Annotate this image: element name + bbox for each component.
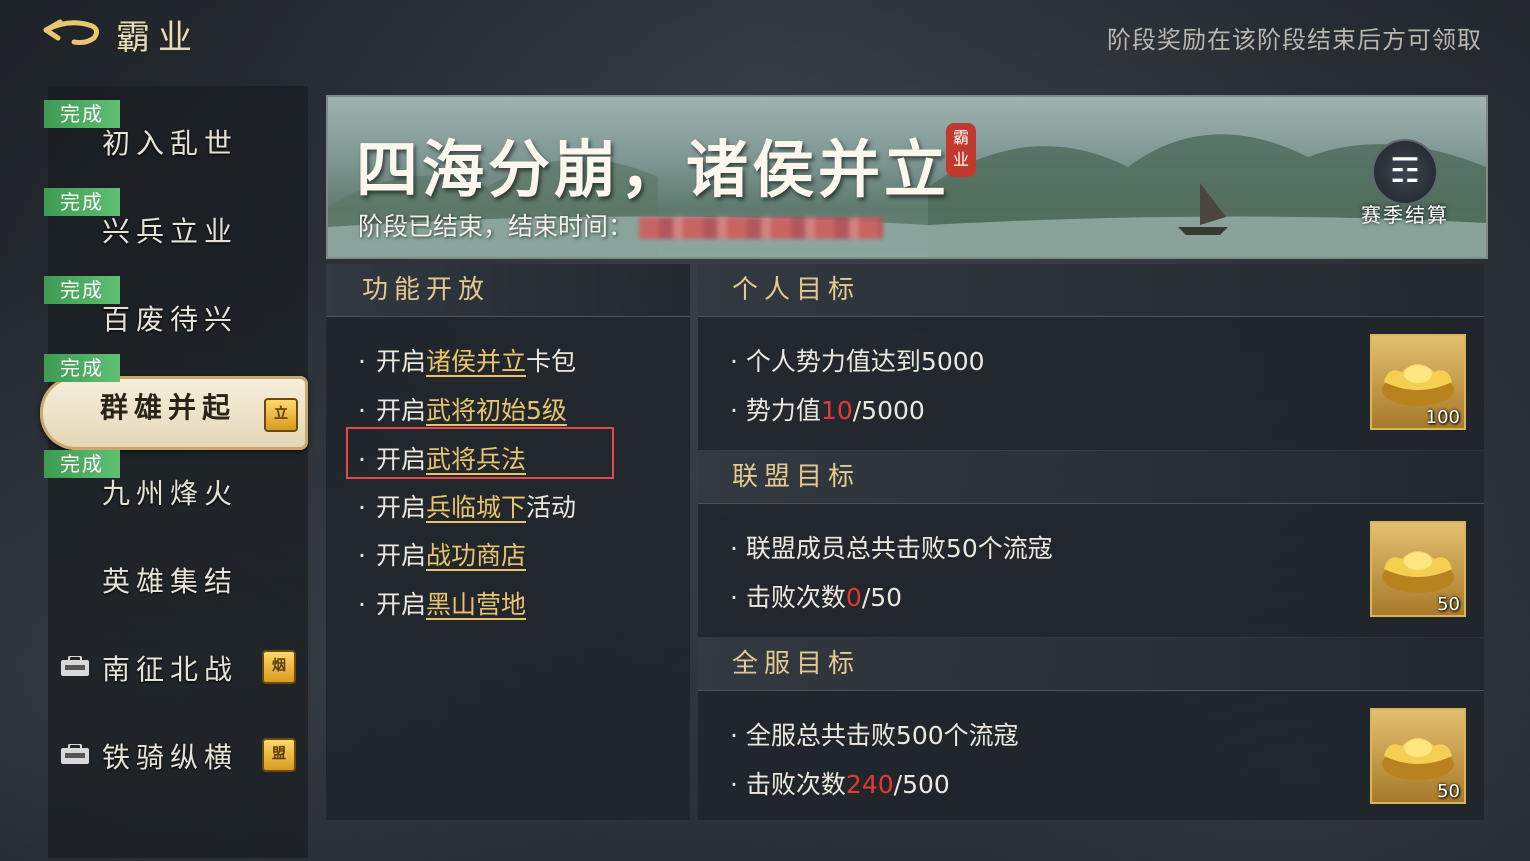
stage-sidebar: 完成 初入乱世 完成 兴兵立业 完成 百废待兴 完成 群雄并起 立 完成 九州烽… (40, 86, 308, 858)
stage-label: 兴兵立业 (102, 215, 239, 248)
progress-label: 势力值 (745, 396, 821, 425)
progress-target: /5000 (852, 396, 925, 425)
stage-label: 南征北战 (102, 653, 239, 686)
feature-item: · 开启黑山营地 (358, 590, 526, 619)
stage-item-2[interactable]: 完成 兴兵立业 (44, 182, 308, 262)
alliance-goal-heading: 联盟目标 (732, 462, 861, 492)
progress-target: /500 (893, 770, 950, 799)
feature-link[interactable]: 兵临城下 (426, 493, 526, 522)
feature-link[interactable]: 战功商店 (426, 541, 526, 570)
personal-goal-heading: 个人目标 (732, 275, 861, 305)
goal-description: · 个人势力值达到5000 (730, 347, 985, 376)
feature-suffix: 卡包 (525, 347, 576, 376)
personal-goal-panel: 个人目标 · 个人势力值达到5000 · 势力值10/5000 100 (698, 264, 1484, 450)
banner-seal: 霸业 (946, 123, 976, 177)
stage-label: 英雄集结 (102, 565, 239, 598)
stage-reward-notice: 阶段奖励在该阶段结束后方可领取 (1107, 26, 1482, 54)
stage-banner: 四海分崩，诸侯并立 霸业 阶段已结束，结束时间： ☶ 赛季结算 (326, 95, 1488, 259)
gold-ingot-icon (1382, 738, 1454, 780)
stage-label: 铁骑纵横 (102, 741, 239, 774)
goal-text: 联盟成员总共击败50个流寇 (745, 534, 1053, 563)
redacted-time (639, 217, 884, 239)
personal-goal-header: 个人目标 (698, 264, 1484, 317)
stage-label: 初入乱世 (102, 127, 239, 160)
stage-label: 群雄并起 (100, 391, 237, 424)
progress-value: 0 (845, 583, 862, 612)
lock-icon (61, 656, 89, 676)
stage-tag-icon: 烟 (262, 650, 296, 684)
season-settle-button[interactable]: ☶ 赛季结算 (1360, 139, 1450, 229)
progress-value: 240 (845, 770, 894, 799)
feature-link[interactable]: 黑山营地 (426, 590, 526, 619)
feature-suffix: 活动 (525, 493, 576, 522)
back-arrow-icon[interactable] (40, 12, 104, 52)
lock-icon (61, 744, 89, 764)
feature-link[interactable]: 诸侯并立 (426, 347, 526, 376)
reward-count: 50 (1437, 594, 1460, 615)
feature-prefix: 开启 (375, 590, 426, 619)
ended-label: 阶段已结束，结束时间： (358, 212, 634, 241)
server-goal-header: 全服目标 (698, 638, 1484, 691)
goal-text: 个人势力值达到5000 (745, 347, 985, 376)
gold-ingot-icon (1382, 551, 1454, 593)
features-header: 功能开放 (326, 264, 690, 317)
goal-description: · 全服总共击败500个流寇 (730, 721, 1019, 750)
progress-value: 10 (820, 396, 853, 425)
feature-link[interactable]: 武将初始5级 (426, 396, 567, 425)
feature-prefix: 开启 (375, 493, 426, 522)
stage-tag-icon: 盟 (262, 738, 296, 772)
stage-tag-icon: 立 (264, 398, 298, 432)
alliance-goal-header: 联盟目标 (698, 451, 1484, 504)
gold-ingot-icon (1382, 364, 1454, 406)
goal-description: · 联盟成员总共击败50个流寇 (730, 534, 1053, 563)
stage-item-7[interactable]: 南征北战 烟 (48, 620, 308, 700)
progress-target: /50 (861, 583, 903, 612)
stage-item-3[interactable]: 完成 百废待兴 (44, 270, 308, 350)
server-goal-panel: 全服目标 · 全服总共击败500个流寇 · 击败次数240/500 50 (698, 638, 1484, 820)
done-badge: 完成 (44, 354, 120, 382)
feature-item: · 开启兵临城下活动 (358, 493, 576, 522)
stage-item-4-selected[interactable]: 完成 群雄并起 立 (40, 354, 310, 450)
banner-title: 四海分崩，诸侯并立 (356, 133, 951, 206)
server-goal-heading: 全服目标 (732, 649, 861, 679)
goal-progress: · 势力值10/5000 (730, 396, 925, 425)
feature-item: · 开启武将初始5级 (358, 396, 567, 425)
reward-ingot-button[interactable]: 50 (1370, 521, 1466, 617)
stage-ended-text: 阶段已结束，结束时间： (358, 207, 884, 243)
reward-count: 100 (1425, 407, 1460, 428)
goal-progress: · 击败次数240/500 (730, 770, 950, 799)
stage-item-1[interactable]: 完成 初入乱世 (44, 94, 308, 174)
reward-ingot-button[interactable]: 100 (1370, 334, 1466, 430)
season-settle-label: 赛季结算 (1361, 203, 1449, 227)
reward-ingot-button[interactable]: 50 (1370, 708, 1466, 804)
goal-text: 全服总共击败500个流寇 (745, 721, 1019, 750)
feature-item: · 开启诸侯并立卡包 (358, 347, 576, 376)
progress-label: 击败次数 (745, 583, 846, 612)
stage-label: 九州烽火 (102, 477, 239, 510)
alliance-goal-panel: 联盟目标 · 联盟成员总共击败50个流寇 · 击败次数0/50 50 (698, 451, 1484, 637)
goal-progress: · 击败次数0/50 (730, 583, 903, 612)
stage-item-6[interactable]: 英雄集结 (48, 532, 308, 612)
feature-prefix: 开启 (375, 541, 426, 570)
feature-item: · 开启战功商店 (358, 541, 526, 570)
feature-prefix: 开启 (375, 396, 426, 425)
stage-item-8[interactable]: 铁骑纵横 盟 (48, 708, 308, 788)
reward-count: 50 (1437, 781, 1460, 802)
stage-label: 百废待兴 (102, 303, 239, 336)
features-heading: 功能开放 (362, 275, 491, 305)
highlight-box (346, 427, 614, 479)
season-settle-icon: ☶ (1372, 139, 1438, 205)
page-title: 霸业 (116, 18, 200, 58)
stage-item-5[interactable]: 完成 九州烽火 (44, 444, 308, 524)
progress-label: 击败次数 (745, 770, 846, 799)
features-panel: 功能开放 · 开启诸侯并立卡包 · 开启武将初始5级 · 开启武将兵法 · 开启兵临城下… (326, 264, 690, 820)
feature-prefix: 开启 (375, 347, 426, 376)
